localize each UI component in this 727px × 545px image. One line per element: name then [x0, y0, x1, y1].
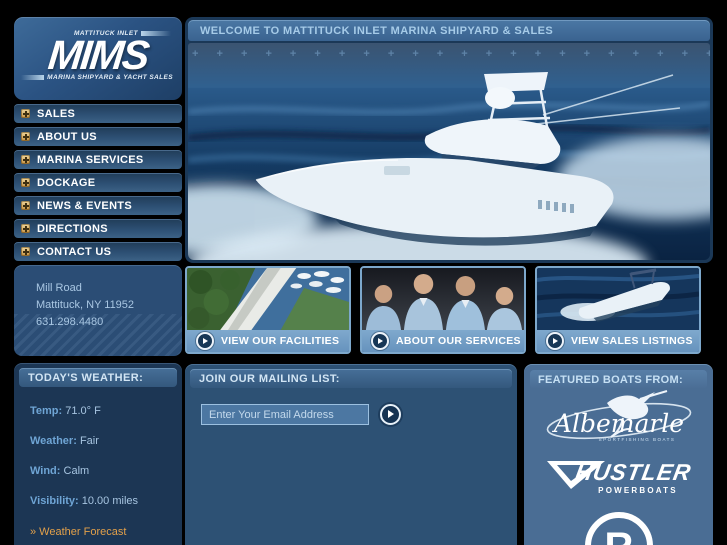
sidebar-item-label: CONTACT US	[37, 245, 112, 258]
hero-section: WELCOME TO MATTITUCK INLET MARINA SHIPYA…	[185, 17, 713, 263]
thumb-caption-bar: VIEW OUR FACILITIES	[187, 330, 349, 352]
featured-boats-title: FEATURED BOATS FROM:	[530, 370, 707, 389]
sidebar-item-label: DIRECTIONS	[37, 222, 108, 235]
weather-panel: TODAY'S WEATHER: Temp: 71.0° F Weather: …	[14, 363, 182, 545]
play-arrow-icon	[371, 332, 389, 350]
sidebar-item-news-events[interactable]: NEWS & EVENTS	[14, 196, 182, 215]
mims-logo-inner: MATTITUCK INLET MIMS MARINA SHIPYARD & Y…	[21, 30, 175, 81]
play-arrow-icon	[546, 332, 564, 350]
thumb-label: ABOUT OUR SERVICES	[396, 335, 521, 347]
featured-boats-panel: FEATURED BOATS FROM: Albemarle SPORTFISH…	[524, 364, 713, 545]
mailing-list-title: JOIN OUR MAILING LIST:	[190, 369, 512, 388]
logo-stripe-icon	[21, 75, 45, 80]
svg-text:HUSTLER: HUSTLER	[573, 459, 693, 485]
svg-text:POWERBOATS: POWERBOATS	[598, 486, 678, 495]
aerial-marina-facilities-photo	[187, 268, 349, 330]
sidebar-item-label: NEWS & EVENTS	[37, 199, 132, 212]
sidebar-item-label: DOCKAGE	[37, 176, 96, 189]
left-column: MATTITUCK INLET MIMS MARINA SHIPYARD & Y…	[14, 17, 182, 545]
weather-forecast-link[interactable]: » Weather Forecast	[30, 526, 177, 538]
about-services-link[interactable]: ABOUT OUR SERVICES	[360, 266, 526, 354]
speeding-boat-photo	[537, 268, 699, 330]
weather-temp-row: Temp: 71.0° F	[30, 405, 101, 417]
sidebar-item-sales[interactable]: SALES	[14, 104, 182, 123]
address-line-1: Mill Road	[36, 282, 82, 294]
plus-icon	[21, 109, 30, 118]
play-arrow-icon	[196, 332, 214, 350]
svg-text:Albemarle: Albemarle	[551, 409, 683, 438]
view-facilities-link[interactable]: VIEW OUR FACILITIES	[185, 266, 351, 354]
plus-icon	[21, 155, 30, 164]
thumb-caption-bar: ABOUT OUR SERVICES	[362, 330, 524, 352]
sidebar-item-directions[interactable]: DIRECTIONS	[14, 219, 182, 238]
plus-icon	[21, 178, 30, 187]
svg-text:R: R	[604, 525, 633, 545]
service-team-photo	[362, 268, 524, 330]
sidebar-item-label: MARINA SERVICES	[37, 153, 144, 166]
address-line-2: Mattituck, NY 11952	[36, 299, 135, 311]
logo-wordmark: MIMS	[46, 32, 150, 78]
hero-boat-image	[188, 43, 710, 260]
sidebar-item-label: SALES	[37, 107, 76, 120]
sidebar-item-label: ABOUT US	[37, 130, 97, 143]
mailing-list-panel: JOIN OUR MAILING LIST:	[185, 364, 517, 545]
plus-icon	[21, 224, 30, 233]
weather-visibility-row: Visibility: 10.00 miles	[30, 495, 139, 507]
weather-panel-title: TODAY'S WEATHER:	[19, 368, 177, 387]
sidebar-item-about-us[interactable]: ABOUT US	[14, 127, 182, 146]
svg-text:SPORTFISHING BOATS: SPORTFISHING BOATS	[598, 437, 675, 442]
marina-homepage: MATTITUCK INLET MIMS MARINA SHIPYARD & Y…	[0, 0, 727, 545]
brand-logo-albemarle[interactable]: Albemarle SPORTFISHING BOATS	[537, 389, 701, 449]
plus-pattern-strip	[192, 48, 710, 60]
hatch-pattern	[14, 314, 182, 356]
sidebar-item-contact-us[interactable]: CONTACT US	[14, 242, 182, 261]
thumb-label: VIEW OUR FACILITIES	[221, 335, 340, 347]
brand-logo-hustler[interactable]: HUSTLER POWERBOATS	[543, 453, 695, 499]
thumb-label: VIEW SALES LISTINGS	[571, 335, 693, 347]
mims-logo[interactable]: MATTITUCK INLET MIMS MARINA SHIPYARD & Y…	[14, 17, 182, 100]
weather-wind-row: Wind: Calm	[30, 465, 90, 477]
sales-listings-link[interactable]: VIEW SALES LISTINGS	[535, 266, 701, 354]
feature-link-row: VIEW OUR FACILITIES ABOUT OUR SERVICES V…	[185, 266, 713, 354]
sidebar-item-marina-services[interactable]: MARINA SERVICES	[14, 150, 182, 169]
email-input[interactable]	[201, 404, 369, 425]
hero-boat-illustration	[188, 72, 710, 260]
sidebar-item-dockage[interactable]: DOCKAGE	[14, 173, 182, 192]
welcome-banner: WELCOME TO MATTITUCK INLET MARINA SHIPYA…	[188, 20, 710, 41]
weather-condition-row: Weather: Fair	[30, 435, 99, 447]
email-submit-button[interactable]	[380, 404, 401, 425]
thumb-caption-bar: VIEW SALES LISTINGS	[537, 330, 699, 352]
sidebar-nav: SALES ABOUT US MARINA SERVICES DOCKAGE N…	[14, 104, 182, 261]
brand-logo-regulator[interactable]: R	[580, 507, 658, 545]
plus-icon	[21, 201, 30, 210]
contact-address-box: Mill Road Mattituck, NY 11952 631.298.44…	[14, 265, 182, 356]
plus-icon	[21, 247, 30, 256]
plus-icon	[21, 132, 30, 141]
